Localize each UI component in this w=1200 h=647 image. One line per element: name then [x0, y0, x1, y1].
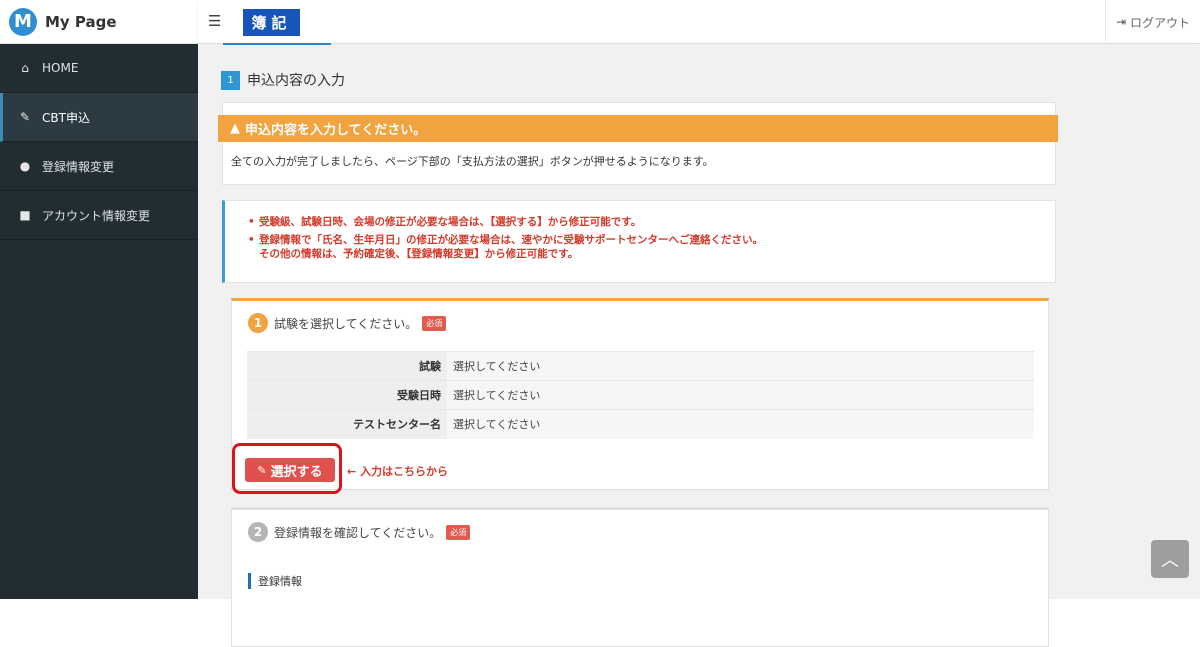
logout-button[interactable]: ⇥ ログアウト — [1105, 0, 1200, 44]
select-button-label: 選択する — [270, 464, 323, 480]
table-row: 受験日時 選択してください — [247, 380, 1034, 410]
sidebar-item-label: CBT申込 — [42, 110, 90, 125]
info-box: 受験級、試験日時、会場の修正が必要な場合は、【選択する】から修正可能です。 登録… — [222, 200, 1056, 283]
table-row: 試験 選択してください — [247, 351, 1034, 381]
logout-label: ログアウト — [1130, 15, 1191, 30]
info-item-line: その他の情報は、予約確定後、【登録情報変更】から修正可能です。 — [259, 248, 579, 260]
hamburger-icon[interactable]: ☰ — [208, 12, 221, 30]
required-badge: 必須 — [422, 315, 447, 331]
top-bar: ☰ 簿記 ⇥ ログアウト — [198, 0, 1200, 45]
registration-confirm-panel: 2 登録情報を確認してください。 必須 登録情報 — [231, 507, 1049, 647]
page-title: 簿記 — [243, 9, 300, 36]
sidebar: ⌂ HOME ✎ CBT申込 ● 登録情報変更 ■ アカウント情報変更 — [0, 44, 198, 599]
exam-selection-panel: 1 試験を選択してください。 必須 試験 選択してください 受験日時 選択してく… — [231, 298, 1049, 494]
notice-title: 申込内容を入力してください。 — [245, 123, 427, 138]
exam-table: 試験 選択してください 受験日時 選択してください テストセンター名 選択してく… — [247, 351, 1034, 439]
lock-icon: ■ — [19, 208, 31, 222]
row-label: テストセンター名 — [247, 409, 447, 439]
sidebar-item-label: アカウント情報変更 — [42, 208, 151, 223]
step-number: 1 — [221, 70, 240, 90]
sidebar-item-cbt[interactable]: ✎ CBT申込 — [0, 93, 198, 142]
sidebar-item-home[interactable]: ⌂ HOME — [0, 44, 198, 93]
row-value: 選択してください — [447, 380, 1034, 410]
sign-out-icon: ⇥ — [1115, 15, 1127, 29]
arrow-left-icon: ← — [347, 465, 357, 478]
user-icon: ● — [19, 159, 31, 173]
section-heading: 2 登録情報を確認してください。 必須 — [248, 522, 471, 542]
warning-icon: ▲ — [230, 121, 240, 136]
info-item: 受験級、試験日時、会場の修正が必要な場合は、【選択する】から修正可能です。 — [248, 215, 763, 229]
brand-name: My Page — [45, 12, 117, 31]
info-item: 登録情報で「氏名、生年月日」の修正が必要な場合は、速やかに受験サポートセンターへ… — [248, 233, 763, 261]
section-title: 試験を選択してください。 — [274, 316, 418, 331]
notice-text: 全ての入力が完了しましたら、ページ下部の「支払方法の選択」ボタンが押せるようにな… — [231, 155, 714, 168]
hint-text: 入力はこちらから — [360, 465, 449, 478]
sidebar-item-account[interactable]: ■ アカウント情報変更 — [0, 191, 198, 240]
section-title: 登録情報を確認してください。 — [274, 525, 442, 540]
section-heading: 1 試験を選択してください。 必須 — [248, 313, 447, 333]
scroll-to-top-button[interactable]: ︿ — [1151, 540, 1189, 578]
main-content: 1 申込内容の入力 ▲ 申込内容を入力してください。 全ての入力が完了しましたら… — [198, 45, 1200, 647]
home-icon: ⌂ — [21, 61, 29, 75]
info-item-line: 登録情報で「氏名、生年月日」の修正が必要な場合は、速やかに受験サポートセンターへ… — [259, 234, 763, 246]
section-number: 1 — [248, 313, 268, 333]
sidebar-item-label: 登録情報変更 — [42, 159, 115, 174]
table-row: テストセンター名 選択してください — [247, 409, 1034, 439]
sidebar-item-registration[interactable]: ● 登録情報変更 — [0, 142, 198, 191]
required-badge: 必須 — [446, 524, 471, 540]
step-title: 申込内容の入力 — [247, 73, 345, 89]
select-button[interactable]: ✎ 選択する — [245, 458, 335, 482]
sidebar-item-label: HOME — [42, 61, 79, 75]
brand[interactable]: M My Page — [0, 0, 198, 44]
row-label: 試験 — [247, 351, 447, 381]
row-value: 選択してください — [447, 351, 1034, 381]
notice-banner: ▲ 申込内容を入力してください。 — [218, 115, 1058, 142]
step-heading: 1 申込内容の入力 — [221, 70, 345, 90]
pencil-icon: ✎ — [257, 463, 267, 477]
input-hint: ← 入力はこちらから — [347, 463, 448, 479]
sub-heading: 登録情報 — [248, 573, 302, 589]
brand-logo: M — [9, 7, 37, 36]
row-label: 受験日時 — [247, 380, 447, 410]
section-number: 2 — [248, 522, 268, 542]
row-value: 選択してください — [447, 409, 1034, 439]
chevron-up-icon: ︿ — [1161, 550, 1179, 571]
pencil-icon: ✎ — [19, 110, 31, 124]
